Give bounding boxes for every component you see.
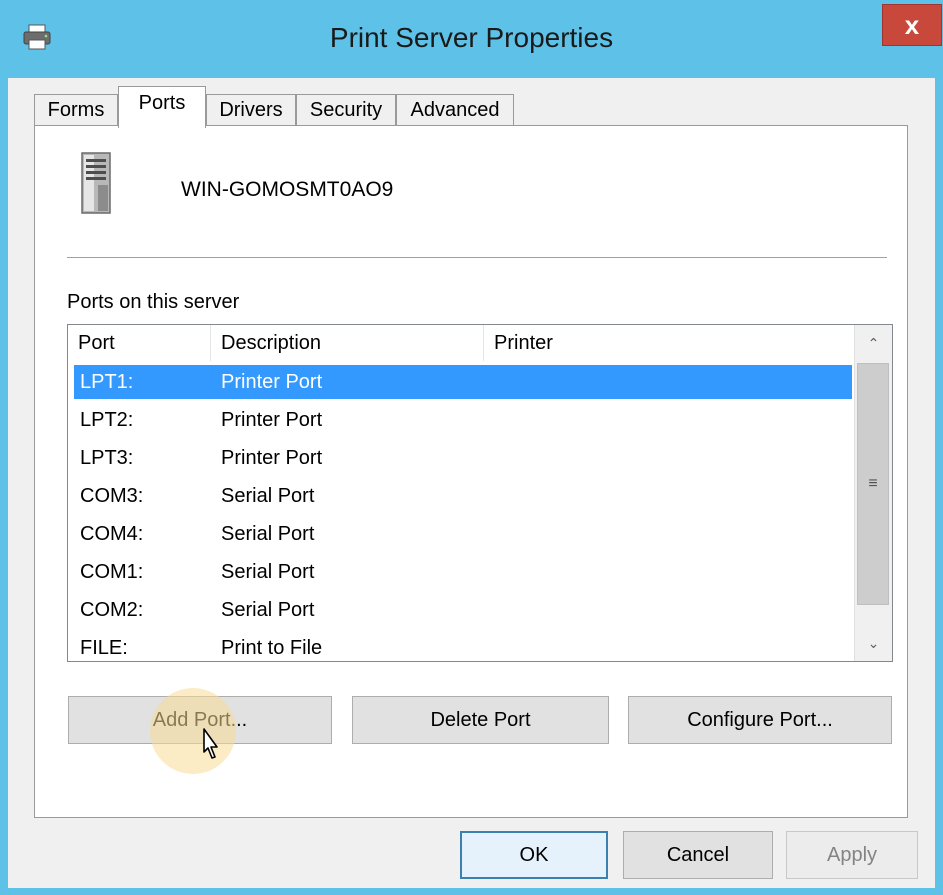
close-icon: x: [904, 9, 920, 40]
description-cell: Printer Port: [221, 408, 323, 431]
port-cell: FILE:: [80, 636, 128, 659]
description-cell: Printer Port: [221, 446, 323, 469]
scroll-thumb[interactable]: ≡: [857, 363, 889, 605]
port-cell: LPT3:: [80, 446, 134, 469]
scroll-up-icon[interactable]: ⌃: [855, 325, 892, 361]
description-cell: Serial Port: [221, 522, 315, 545]
column-header-printer[interactable]: Printer: [484, 325, 854, 361]
cancel-button[interactable]: Cancel: [623, 831, 773, 879]
ports-list-body: LPT1: Printer Port LPT2: Printer Port LPT3: P…: [68, 363, 854, 661]
table-row[interactable]: COM3: Serial Port: [68, 477, 854, 515]
dialog-client-area: Forms Ports Drivers Security Advanced WI…: [8, 78, 935, 888]
configure-port-button[interactable]: Configure Port...: [628, 696, 892, 744]
tab-advanced[interactable]: Advanced: [396, 94, 514, 126]
port-cell: COM3:: [80, 484, 144, 507]
delete-port-button[interactable]: Delete Port: [352, 696, 609, 744]
column-header-port[interactable]: Port: [68, 325, 211, 361]
table-row[interactable]: FILE: Print to File: [68, 629, 854, 661]
vertical-scrollbar[interactable]: ⌃ ≡ ⌄: [854, 325, 892, 661]
table-row[interactable]: COM2: Serial Port: [68, 591, 854, 629]
print-server-properties-window: Print Server Properties x Forms Ports Dr…: [0, 0, 943, 895]
grip-icon: ≡: [868, 475, 878, 492]
scroll-down-icon[interactable]: ⌄: [855, 625, 892, 661]
port-cell: COM1:: [80, 560, 144, 583]
tab-forms[interactable]: Forms: [34, 94, 118, 126]
description-cell: Printer Port: [221, 370, 323, 393]
table-row[interactable]: LPT2: Printer Port: [68, 401, 854, 439]
click-highlight: [150, 688, 236, 774]
table-row[interactable]: COM1: Serial Port: [68, 553, 854, 591]
selection-highlight: [74, 365, 852, 399]
apply-button[interactable]: Apply: [786, 831, 918, 879]
ports-list[interactable]: Port Description Printer LPT1: Printer Po…: [67, 324, 893, 662]
divider: [67, 257, 887, 258]
tab-security[interactable]: Security: [296, 94, 396, 126]
port-cell: COM2:: [80, 598, 144, 621]
description-cell: Serial Port: [221, 598, 315, 621]
port-cell: COM4:: [80, 522, 144, 545]
table-row[interactable]: LPT1: Printer Port: [68, 363, 854, 401]
server-name: WIN-GOMOSMT0AO9: [181, 178, 394, 201]
table-row[interactable]: COM4: Serial Port: [68, 515, 854, 553]
port-cell: LPT1:: [80, 370, 134, 393]
port-cell: LPT2:: [80, 408, 134, 431]
description-cell: Serial Port: [221, 484, 315, 507]
tab-drivers[interactable]: Drivers: [206, 94, 296, 126]
description-cell: Serial Port: [221, 560, 315, 583]
tab-ports[interactable]: Ports: [118, 86, 206, 128]
ok-button[interactable]: OK: [460, 831, 608, 879]
mouse-cursor-icon: [203, 728, 218, 759]
window-title: Print Server Properties: [329, 22, 614, 53]
title-bar[interactable]: Print Server Properties x: [0, 0, 943, 78]
column-header-description[interactable]: Description: [211, 325, 484, 361]
ports-section-label: Ports on this server: [67, 291, 240, 313]
ports-list-header: Port Description Printer: [68, 325, 854, 361]
close-button[interactable]: x: [882, 4, 942, 46]
table-row[interactable]: LPT3: Printer Port: [68, 439, 854, 477]
server-icon: [81, 152, 111, 214]
description-cell: Print to File: [221, 636, 323, 659]
